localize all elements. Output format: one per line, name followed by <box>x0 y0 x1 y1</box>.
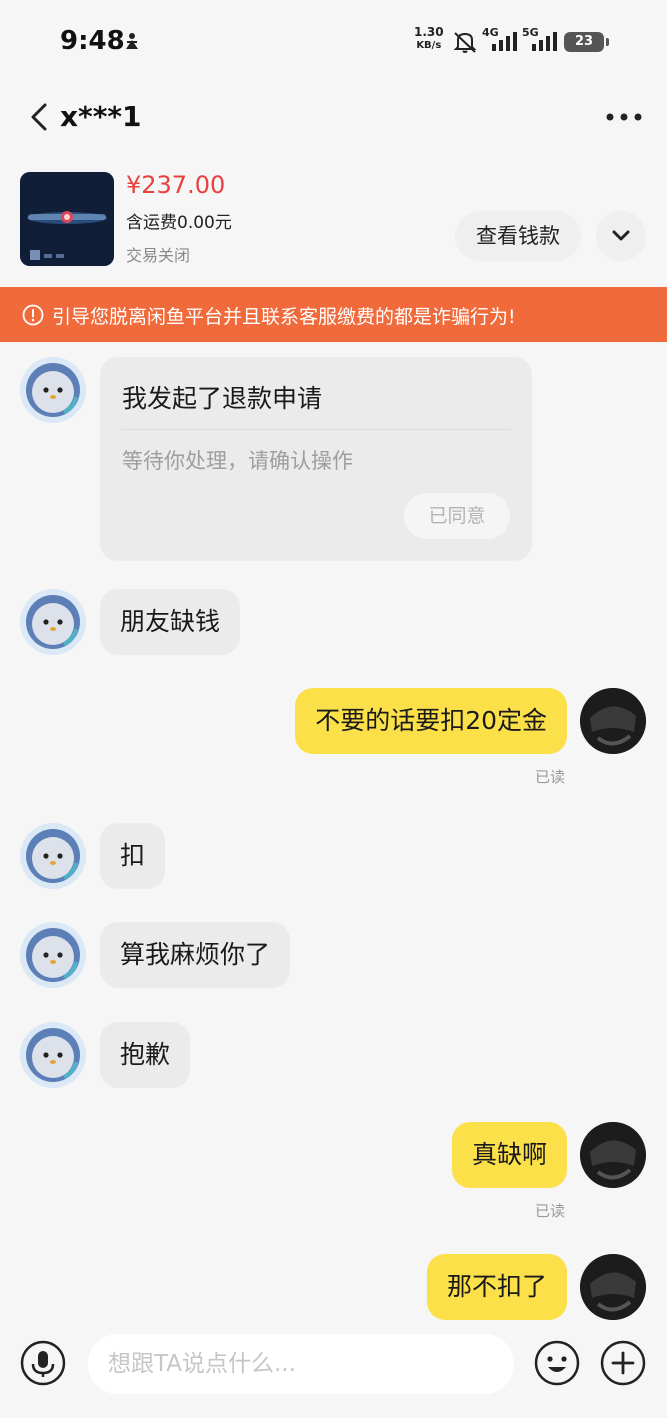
refund-subtitle: 等待你处理，请确认操作 <box>122 449 353 473</box>
dark-avatar-image <box>580 1254 646 1320</box>
product-price: ¥237.00 <box>126 171 226 199</box>
seller-avatar[interactable] <box>20 1022 86 1088</box>
message-bubble[interactable]: 扣 <box>100 823 166 889</box>
seal-avatar-image <box>20 1022 86 1088</box>
seal-avatar-image <box>20 357 86 423</box>
network-speed-unit: KB/s <box>416 40 442 51</box>
own-avatar[interactable] <box>580 688 646 754</box>
bell-muted-icon <box>453 32 477 53</box>
message-input[interactable] <box>88 1334 514 1394</box>
seal-avatar-image <box>20 922 86 988</box>
divider <box>122 429 510 430</box>
plus-circle-icon[interactable] <box>600 1340 646 1386</box>
network-speed-value: 1.30 <box>414 25 444 39</box>
warning-text: 引导您脱离闲鱼平台并且联系客服缴费的都是诈骗行为! <box>52 306 516 328</box>
chat-title: x***1 <box>60 100 142 133</box>
product-shipping: 含运费0.00元 <box>126 213 232 233</box>
refund-title: 我发起了退款申请 <box>122 384 323 413</box>
expand-button[interactable] <box>596 211 646 261</box>
battery-indicator: 23 <box>564 32 609 52</box>
message-bubble[interactable]: 朋友缺钱 <box>100 589 241 655</box>
agreed-button: 已同意 <box>404 493 510 539</box>
view-payment-button[interactable]: 查看钱款 <box>455 211 581 261</box>
info-circle-icon <box>22 304 44 326</box>
own-message-bubble[interactable]: 那不扣了 <box>426 1254 567 1320</box>
seal-avatar-image <box>20 589 86 655</box>
refund-request-card[interactable]: 我发起了退款申请 等待你处理，请确认操作 已同意 <box>100 357 532 561</box>
own-avatar[interactable] <box>580 1254 646 1320</box>
message-bubble[interactable]: 抱歉 <box>100 1022 191 1088</box>
product-thumbnail[interactable] <box>20 172 114 266</box>
seller-avatar[interactable] <box>20 823 86 889</box>
trade-status: 交易关闭 <box>126 246 191 265</box>
dark-avatar-image <box>580 688 646 754</box>
product-card[interactable]: ¥237.00 含运费0.00元 交易关闭 查看钱款 <box>0 165 667 275</box>
status-bar: 9:48 1.30 KB/s 4G 5G 23 <box>0 0 667 80</box>
own-message-bubble[interactable]: 不要的话要扣20定金 <box>295 688 567 754</box>
chat-header: x***1 <box>0 80 667 152</box>
more-horizontal-icon[interactable] <box>604 102 644 132</box>
message-bubble[interactable]: 算我麻烦你了 <box>100 922 291 988</box>
signal-4g-icon <box>492 32 517 51</box>
message-input-bar <box>0 1320 667 1418</box>
signal-5g-icon <box>532 32 557 51</box>
read-receipt: 已读 <box>535 1202 566 1220</box>
microphone-icon[interactable] <box>20 1340 66 1386</box>
fraud-warning-banner: 引导您脱离闲鱼平台并且联系客服缴费的都是诈骗行为! <box>0 287 667 342</box>
seller-avatar[interactable] <box>20 922 86 988</box>
status-time: 9:48 <box>60 26 125 56</box>
chevron-down-icon <box>612 230 630 241</box>
smiley-icon[interactable] <box>534 1340 580 1386</box>
seller-avatar[interactable] <box>20 589 86 655</box>
chevron-left-icon[interactable] <box>26 102 52 132</box>
product-image <box>20 172 114 266</box>
seller-avatar[interactable] <box>20 357 86 423</box>
seal-avatar-image <box>20 823 86 889</box>
dark-avatar-image <box>580 1122 646 1188</box>
own-avatar[interactable] <box>580 1122 646 1188</box>
own-message-bubble[interactable]: 真缺啊 <box>451 1122 567 1188</box>
read-receipt: 已读 <box>535 768 566 786</box>
network-speed: 1.30 KB/s <box>414 26 444 52</box>
person-icon <box>126 33 138 49</box>
